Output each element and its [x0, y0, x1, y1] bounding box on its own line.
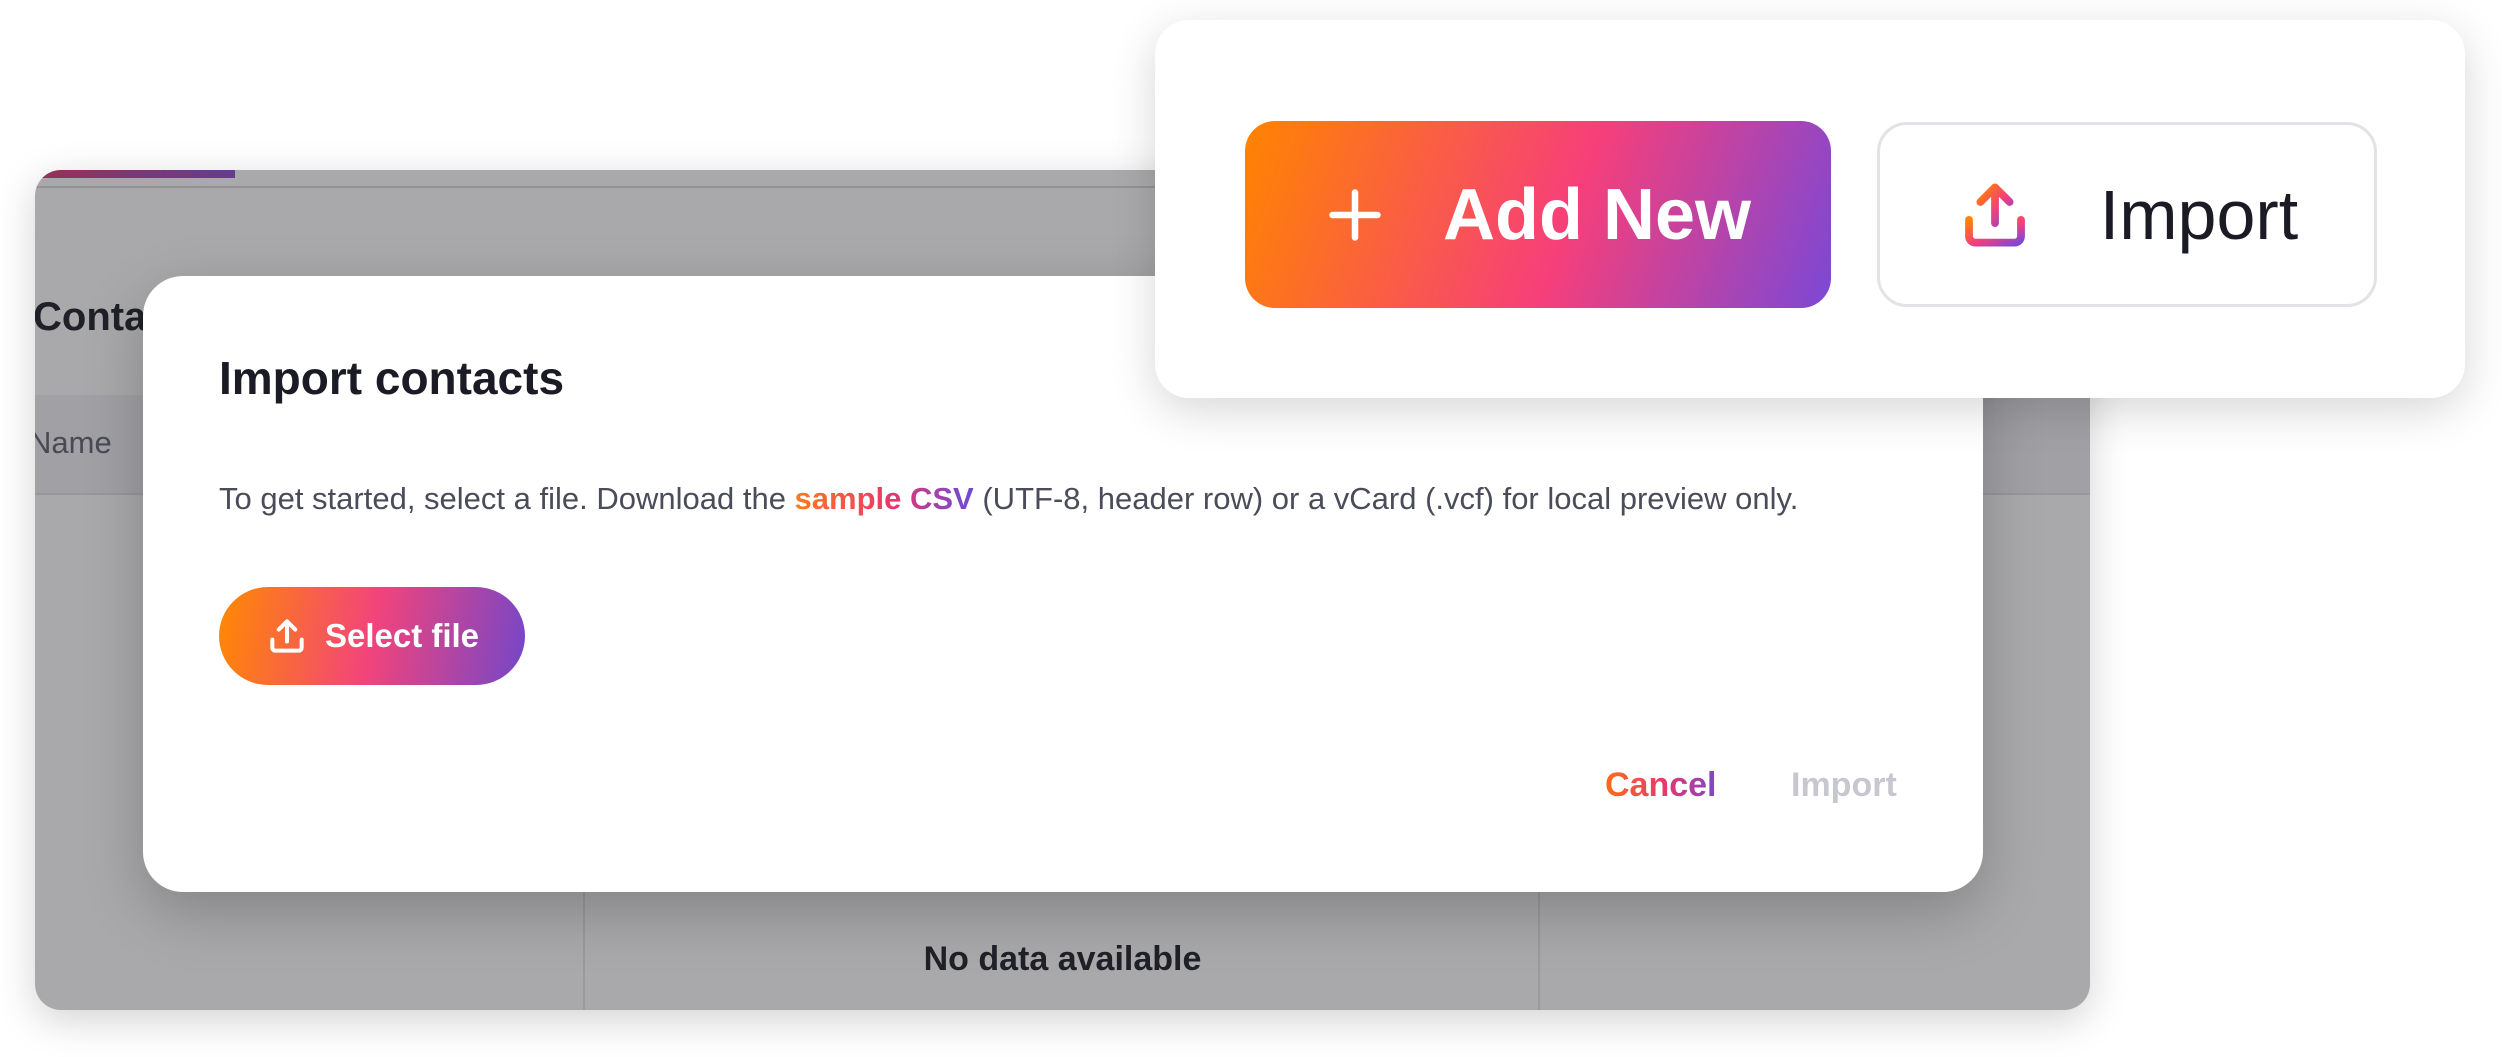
upload-icon — [1964, 182, 2025, 247]
add-new-label: Add New — [1442, 174, 1751, 255]
toolbar-callout: Add New Import — [1155, 20, 2465, 398]
select-file-label: Select file — [324, 617, 480, 654]
import-button[interactable]: Import — [1877, 122, 2377, 307]
modal-title: Import contacts — [219, 352, 565, 404]
add-new-button[interactable]: Add New — [1245, 121, 1831, 308]
import-label: Import — [2099, 175, 2299, 254]
modal-description: To get started, select a file. Download … — [219, 481, 1798, 517]
sample-csv-link[interactable]: sample CSV — [795, 481, 974, 516]
import-button-disabled[interactable]: Import — [1791, 766, 1897, 805]
description-text: To get started, select a file. Download … — [219, 481, 795, 516]
select-file-button[interactable]: Select file — [219, 587, 525, 685]
description-text-end: (UTF-8, header row) or a vCard (.vcf) fo… — [973, 481, 1799, 516]
cancel-button[interactable]: Cancel — [1605, 766, 1717, 805]
upload-icon — [270, 619, 304, 653]
plus-icon — [1329, 188, 1381, 241]
